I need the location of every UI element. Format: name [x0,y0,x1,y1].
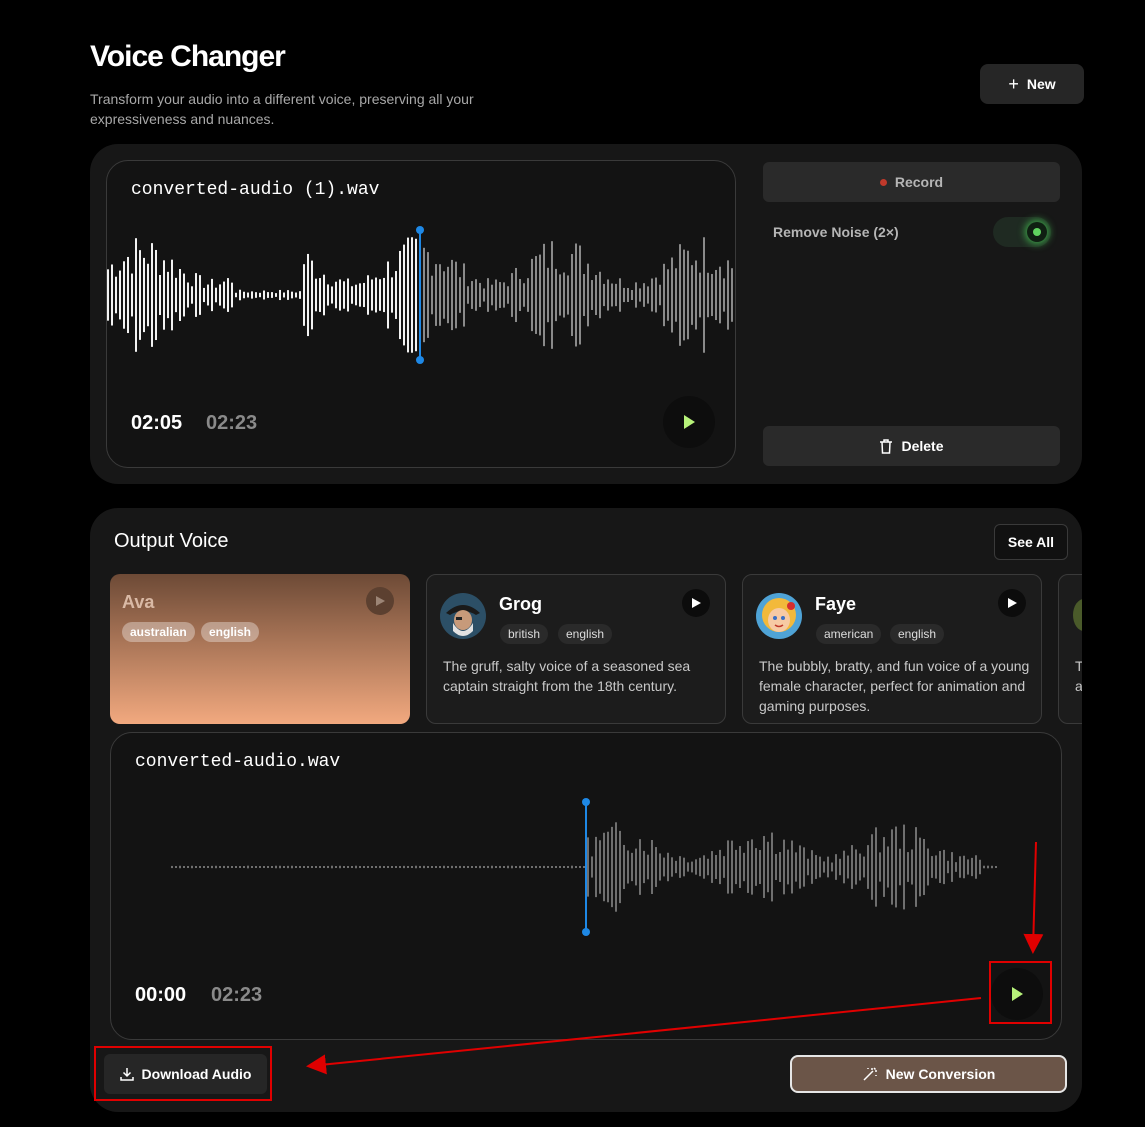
remove-noise-label: Remove Noise (2×) [773,224,899,240]
record-dot-icon [879,178,887,186]
annotation-box-download [94,1046,272,1101]
voice-tag: english [201,622,260,642]
playhead-handle[interactable] [416,356,424,364]
playhead-handle[interactable] [582,928,590,936]
voice-description: The gruff, salty voice of a seasoned sea… [443,658,691,694]
new-conversion-button[interactable]: New Conversion [790,1055,1067,1093]
voice-card-grog[interactable]: Grog british english The gruff, salty vo… [426,574,726,724]
partial-avatar [1073,599,1082,631]
new-button-label: New [1026,76,1056,92]
input-duration: 02:23 [206,412,258,434]
grog-avatar [440,593,486,639]
page-title: Voice Changer [90,40,286,73]
output-current-time: 00:00 [135,984,187,1006]
voice-tag: british [500,624,549,644]
trash-icon [880,438,893,454]
play-icon [692,598,701,608]
playhead-handle[interactable] [416,226,424,234]
new-conversion-label: New Conversion [885,1066,996,1082]
record-label: Record [894,174,944,190]
playhead-handle[interactable] [582,798,590,806]
voice-card-partial[interactable]: T a [1058,574,1082,724]
voice-tag: english [890,624,945,644]
page-subtitle: Transform your audio into a different vo… [90,91,474,127]
record-button[interactable]: Record [763,162,1060,202]
voice-card-faye[interactable]: Faye american english The bubbly, bratty… [742,574,1042,724]
voice-name: Grog [499,594,542,614]
input-play-button[interactable] [663,396,715,448]
voice-description: The bubbly, bratty, and fun voice of a y… [759,658,1030,714]
delete-button[interactable]: Delete [763,426,1060,466]
voice-description: T a [1075,658,1082,694]
voice-tag: australian [122,622,195,642]
voice-carousel: Ava australian english Grog british engl… [110,574,1082,724]
play-icon [684,415,695,429]
voice-tag: american [816,624,882,644]
play-icon [1008,598,1017,608]
see-all-button[interactable]: See All [994,524,1068,560]
output-waveform[interactable] [170,797,1000,937]
input-current-time: 02:05 [131,412,183,434]
new-button[interactable]: + New [980,64,1084,104]
voice-play-button[interactable] [682,589,710,617]
annotation-box-play [989,961,1052,1024]
remove-noise-toggle[interactable] [993,217,1051,247]
voice-name: Ava [122,592,155,612]
toggle-knob [1027,222,1047,242]
play-icon [376,596,385,606]
input-filename: converted-audio (1).wav [131,180,380,200]
output-duration: 02:23 [211,984,263,1006]
faye-avatar [756,593,802,639]
voice-name: Faye [815,594,857,614]
output-voice-title: Output Voice [114,530,229,552]
output-filename: converted-audio.wav [135,752,341,772]
voice-play-button[interactable] [366,587,394,615]
voice-card-ava[interactable]: Ava australian english [110,574,410,724]
magic-wand-icon [863,1067,877,1081]
voice-tag: english [558,624,613,644]
voice-play-button[interactable] [998,589,1026,617]
delete-label: Delete [901,438,944,454]
input-waveform[interactable] [106,225,734,365]
plus-icon: + [1008,74,1019,94]
